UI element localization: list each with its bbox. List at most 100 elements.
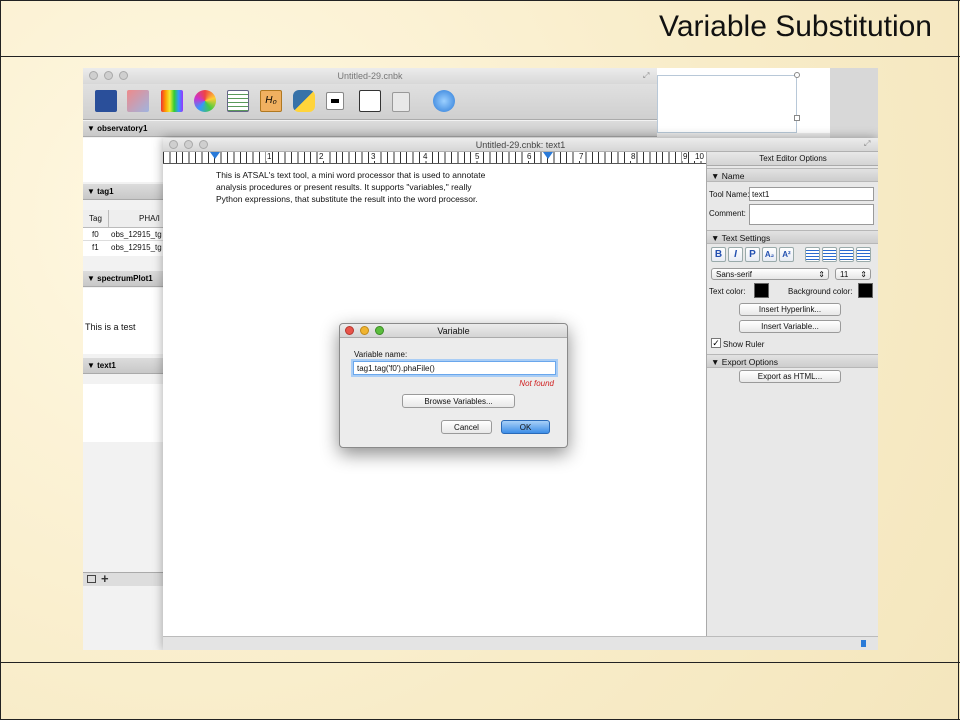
text-color-label: Text color: bbox=[709, 287, 746, 296]
table-row[interactable]: f1 obs_12915_tg bbox=[83, 241, 163, 254]
options-header: Text Editor Options bbox=[707, 152, 878, 166]
resize-handle[interactable] bbox=[794, 115, 800, 121]
main-window-titlebar[interactable]: Untitled-29.cnbk ⤢ bbox=[83, 68, 657, 84]
export-html-button[interactable]: Export as HTML... bbox=[739, 370, 841, 383]
comment-field[interactable] bbox=[749, 204, 874, 225]
bold-button[interactable]: B bbox=[711, 247, 726, 262]
ok-button[interactable]: OK bbox=[501, 420, 550, 434]
font-family-select[interactable]: Sans-serif ⇕ bbox=[711, 268, 829, 280]
panel-spectrum-header[interactable]: ▼ spectrumPlot1 bbox=[83, 271, 163, 287]
export-section-header[interactable]: ▼ Export Options bbox=[707, 354, 878, 368]
resize-handle[interactable] bbox=[794, 72, 800, 78]
sidebar-toggle-icon[interactable] bbox=[87, 575, 96, 583]
python-icon[interactable] bbox=[293, 90, 315, 112]
table-cell: obs_12915_tg bbox=[111, 230, 162, 239]
body-line: This is ATSAL's text tool, a mini word p… bbox=[216, 170, 486, 180]
main-window-title: Untitled-29.cnbk bbox=[337, 71, 403, 81]
subscript-button[interactable]: A₂ bbox=[762, 247, 777, 262]
ruler-number: 2 bbox=[318, 152, 325, 161]
ruler-number: 7 bbox=[578, 152, 585, 161]
tag-column-header[interactable]: Tag bbox=[83, 210, 109, 227]
selection-box[interactable] bbox=[657, 75, 797, 133]
text-settings-section-header[interactable]: ▼ Text Settings bbox=[707, 230, 878, 244]
table-cell: f0 bbox=[92, 230, 99, 239]
main-toolbar: H₀ bbox=[83, 84, 657, 120]
fullscreen-icon[interactable]: ⤢ bbox=[643, 71, 649, 81]
font-family-value: Sans-serif bbox=[716, 270, 753, 279]
align-center-button[interactable] bbox=[822, 247, 837, 262]
pha-column-header[interactable]: PHA/I bbox=[109, 210, 160, 227]
scroll-corner bbox=[163, 636, 878, 650]
show-ruler-checkbox[interactable]: ✓ bbox=[711, 338, 721, 348]
variable-name-label: Variable name: bbox=[354, 350, 408, 359]
font-size-select[interactable]: 11 ⇕ bbox=[835, 268, 871, 280]
comment-label: Comment: bbox=[709, 209, 746, 218]
text-edit-icon[interactable] bbox=[359, 90, 381, 112]
italic-button[interactable]: I bbox=[728, 247, 743, 262]
body-line: analysis procedures or present results. … bbox=[216, 182, 472, 192]
ruler-number: 8 bbox=[630, 152, 637, 161]
ruler-number: 3 bbox=[370, 152, 377, 161]
panel-text-body bbox=[83, 384, 163, 442]
background-color-swatch[interactable] bbox=[858, 283, 873, 298]
slide-border-top bbox=[0, 0, 960, 1]
footer-divider bbox=[0, 662, 960, 663]
notebook-icon[interactable] bbox=[392, 92, 410, 112]
paragraph-button[interactable]: P bbox=[745, 247, 760, 262]
fullscreen-icon[interactable]: ⤢ bbox=[864, 139, 870, 149]
options-panel: Text Editor Options ▼ Name Tool Name: te… bbox=[706, 152, 878, 650]
refresh-icon[interactable] bbox=[433, 90, 455, 112]
telescope-icon[interactable] bbox=[95, 90, 117, 112]
table-row[interactable]: f0 obs_12915_tg bbox=[83, 228, 163, 241]
panel-text-header[interactable]: ▼ text1 bbox=[83, 358, 163, 374]
left-indent-marker[interactable] bbox=[210, 152, 220, 159]
panel-observatory-body bbox=[83, 138, 163, 182]
slide-title: Variable Substitution bbox=[659, 10, 932, 43]
terminal-icon[interactable] bbox=[326, 92, 344, 110]
table-cell: f1 bbox=[92, 243, 99, 252]
superscript-button[interactable]: A² bbox=[779, 247, 794, 262]
text-color-swatch[interactable] bbox=[754, 283, 769, 298]
format-toolbar: B I P A₂ A² bbox=[711, 247, 877, 263]
editor-titlebar[interactable]: Untitled-29.cnbk: text1 ⤢ bbox=[163, 138, 878, 152]
cancel-button[interactable]: Cancel bbox=[441, 420, 492, 434]
browse-variables-button[interactable]: Browse Variables... bbox=[402, 394, 515, 408]
tool-name-field[interactable]: text1 bbox=[749, 187, 874, 201]
text-preview: This is a test bbox=[85, 322, 136, 332]
ruler[interactable]: 1 2 3 4 5 6 7 8 9 10 bbox=[163, 152, 706, 164]
name-section-header[interactable]: ▼ Name bbox=[707, 168, 878, 182]
panel-observatory-header[interactable]: ▼ observatory1 bbox=[83, 121, 657, 137]
ruler-number: 4 bbox=[422, 152, 429, 161]
variable-dialog: Variable Variable name: tag1.tag('f0').p… bbox=[339, 323, 568, 448]
font-size-value: 11 bbox=[840, 270, 849, 279]
canvas-area bbox=[657, 68, 830, 133]
background-color-label: Background color: bbox=[788, 287, 853, 296]
variable-name-input[interactable]: tag1.tag('f0').phaFile() bbox=[353, 361, 556, 375]
table-icon[interactable] bbox=[227, 90, 249, 112]
dialog-titlebar[interactable]: Variable bbox=[340, 324, 567, 338]
align-right-button[interactable] bbox=[839, 247, 854, 262]
color-wheel-icon[interactable] bbox=[194, 90, 216, 112]
screenshot-area: Untitled-29.cnbk ⤢ H₀ ▼ observatory1 ▼ t… bbox=[83, 68, 878, 650]
panel-tag-header[interactable]: ▼ tag1 bbox=[83, 184, 163, 200]
align-left-button[interactable] bbox=[805, 247, 820, 262]
dialog-title: Variable bbox=[437, 326, 470, 336]
spectrum-icon[interactable] bbox=[161, 90, 183, 112]
ruler-number: 6 bbox=[526, 152, 533, 161]
add-icon[interactable]: + bbox=[101, 571, 109, 586]
chart-tool-icon[interactable] bbox=[127, 90, 149, 112]
h0-icon[interactable]: H₀ bbox=[260, 90, 282, 112]
tool-name-label: Tool Name: bbox=[709, 190, 750, 199]
ruler-number: 9 bbox=[682, 152, 689, 161]
insert-variable-button[interactable]: Insert Variable... bbox=[739, 320, 841, 333]
justify-button[interactable] bbox=[856, 247, 871, 262]
body-line: Python expressions, that substitute the … bbox=[216, 194, 478, 204]
chevron-updown-icon: ⇕ bbox=[818, 270, 825, 279]
tag-table-header: Tag PHA/I bbox=[83, 210, 163, 228]
right-indent-marker[interactable] bbox=[543, 152, 553, 159]
panel-footer: + bbox=[83, 571, 163, 586]
insert-hyperlink-button[interactable]: Insert Hyperlink... bbox=[739, 303, 841, 316]
title-divider bbox=[0, 56, 960, 57]
editor-window-title: Untitled-29.cnbk: text1 bbox=[475, 140, 566, 150]
resize-grip-icon[interactable] bbox=[861, 640, 866, 647]
